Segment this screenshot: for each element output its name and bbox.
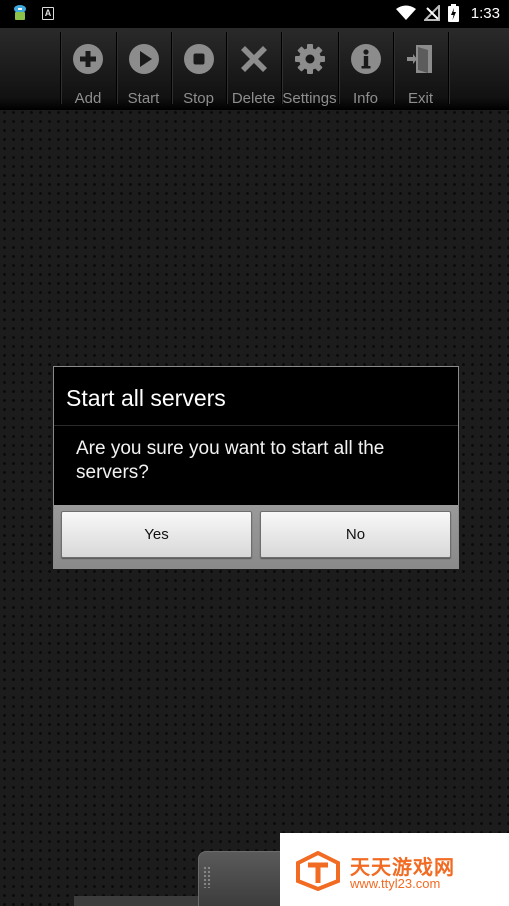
play-circle-icon <box>128 44 159 74</box>
info-button[interactable]: Info <box>338 28 393 110</box>
x-icon <box>240 46 267 72</box>
yes-button[interactable]: Yes <box>61 511 252 558</box>
no-sim-icon <box>423 5 440 21</box>
grip-icon <box>203 866 211 888</box>
exit-button[interactable]: Exit <box>393 28 448 110</box>
exit-door-icon <box>406 45 432 73</box>
android-robot-icon <box>14 5 26 20</box>
settings-label: Settings <box>282 90 337 107</box>
dialog-title: Start all servers <box>66 385 226 411</box>
add-button[interactable]: Add <box>60 28 116 110</box>
stop-button[interactable]: Stop <box>171 28 226 110</box>
no-button[interactable]: No <box>260 511 451 558</box>
add-label: Add <box>74 90 102 107</box>
exit-label: Exit <box>407 90 433 107</box>
watermark-logo-icon <box>296 851 340 891</box>
watermark: 天天游戏网 www.ttyl23.com <box>280 833 509 906</box>
stop-label: Stop <box>183 90 214 107</box>
battery-icon <box>447 4 459 22</box>
dialog-message: Are you sure you want to start all the s… <box>76 438 385 483</box>
gear-icon <box>294 44 325 74</box>
toolbar: Add Start Stop Delete Settings Info Exit <box>0 28 509 110</box>
start-button[interactable]: Start <box>116 28 171 110</box>
dialog-button-bar: Yes No <box>54 505 458 568</box>
a-notification-icon: A <box>42 6 54 20</box>
info-circle-icon <box>350 44 381 74</box>
wifi-icon <box>395 5 416 20</box>
delete-button[interactable]: Delete <box>226 28 281 110</box>
start-label: Start <box>127 90 160 107</box>
delete-label: Delete <box>231 90 276 107</box>
plus-circle-icon <box>73 44 103 74</box>
info-label: Info <box>352 90 379 107</box>
watermark-url: www.ttyl23.com <box>350 876 441 891</box>
status-time: 1:33 <box>470 4 500 22</box>
settings-button[interactable]: Settings <box>281 28 338 110</box>
dialog-divider <box>54 425 458 426</box>
stop-circle-icon <box>183 44 214 74</box>
status-bar: A 1:33 <box>0 0 509 28</box>
start-all-servers-dialog: Start all servers Are you sure you want … <box>53 366 459 569</box>
